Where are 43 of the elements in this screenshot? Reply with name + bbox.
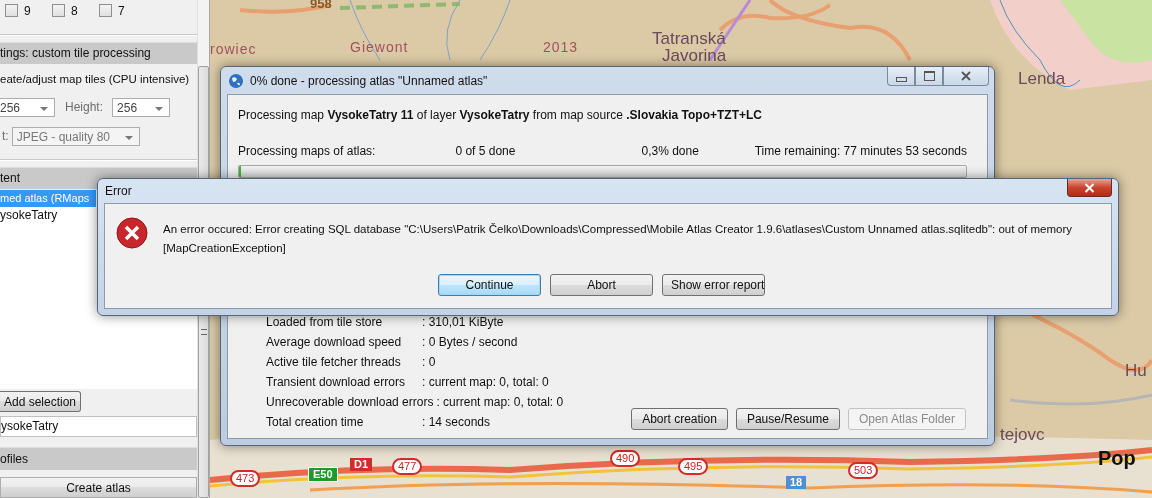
format-label: t: — [2, 129, 9, 144]
status-text: Processing map VysokeTatry 11 of layer VysokeTatry from map source .Slovakia Topo+TZT+LC — [238, 107, 763, 123]
zoom-level-label: 7 — [118, 3, 125, 18]
map-label: 2013 — [543, 40, 579, 54]
road-number-sign: 495 — [678, 458, 709, 475]
stat-label: Total creation time — [266, 414, 365, 431]
stat-value: : 14 seconds — [422, 414, 491, 431]
error-message: [MapCreationException] — [163, 241, 287, 256]
stat-label: Loaded from tile store — [266, 314, 384, 331]
time-remaining: Time remaining: 77 minutes 53 seconds — [754, 143, 967, 159]
road-number-sign: 490 — [610, 450, 641, 467]
error-message: An error occured: Error creating SQL database "C:\Users\Patrik Čelko\Downloads\Compressed\Mobile Atlas Creator 1.9.6\atlases\Custom Unnamed atlas.sqlitedb": out of memory — [163, 222, 1072, 237]
window-title: 0% done - processing atlas "Unnamed atlas" — [250, 73, 488, 88]
map-label: tejovc — [1000, 426, 1045, 443]
progress-label: Processing maps of atlas: — [238, 143, 376, 159]
road-number-sign: 503 — [848, 462, 879, 479]
stat-label: Transient download errors — [266, 374, 406, 391]
map-label: Javorina — [662, 47, 727, 64]
option-label: eate/adjust map tiles (CPU intensive) — [0, 71, 191, 87]
map-label: Pop — [1098, 448, 1136, 468]
stat-value: : current map: 0, total: 0 — [422, 374, 549, 391]
height-label: Height: — [65, 100, 104, 115]
stat-value: : 0 Bytes / second — [422, 334, 518, 351]
road-number-sign: 473 — [230, 470, 261, 487]
stat-value: : 0 — [422, 354, 436, 371]
map-label: Lenda — [1018, 70, 1066, 87]
map-label: Tatranská — [652, 30, 726, 47]
map-label: Giewont — [350, 40, 409, 54]
zoom-level-label: 9 — [24, 3, 31, 18]
map-label: Hu — [1125, 362, 1147, 379]
progress-percent: 0,3% done — [641, 143, 699, 159]
stat-value: : current map: 0, total: 0 — [436, 394, 564, 411]
progress-count: 0 of 5 done — [455, 143, 516, 159]
road-number-sign: D1 — [350, 458, 373, 471]
road-number-sign: 477 — [392, 458, 423, 475]
map-label: rowiec — [210, 42, 257, 56]
stat-value: : 310,01 KiByte — [422, 314, 504, 331]
stat-label: Active tile fetcher threads — [266, 354, 402, 371]
road-number-sign: E50 — [308, 467, 338, 482]
stat-label: Unrecoverable download errors — [266, 394, 435, 411]
zoom-level-label: 8 — [71, 3, 78, 18]
road-number-sign: 18 — [786, 476, 807, 489]
stat-label: Average download speed — [266, 334, 403, 351]
